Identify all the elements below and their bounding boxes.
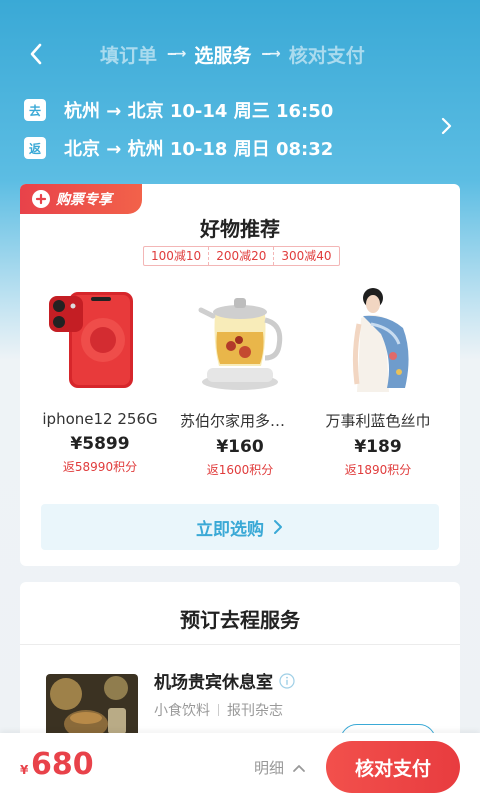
return-text: 北京 → 杭州 10-18 周日 08:32	[64, 139, 334, 160]
chevron-up-icon	[293, 764, 305, 772]
product-price: ¥189	[354, 437, 402, 457]
chevron-right-icon	[274, 520, 282, 534]
currency-symbol: ¥	[20, 763, 29, 777]
goods-card-title: 好物推荐	[200, 217, 280, 241]
progress-steps: 填订单 --→ 选服务 --→ 核对支付	[100, 40, 365, 68]
chevron-right-icon[interactable]	[436, 116, 456, 136]
divider	[218, 704, 219, 716]
detail-label: 明细	[254, 759, 285, 777]
bottom-bar: ¥ 680 明细 核对支付	[0, 733, 480, 800]
promo-badge: 购票专享	[20, 184, 142, 214]
step-arrow-icon: --→	[167, 46, 186, 62]
coupon[interactable]: 100减10	[144, 247, 208, 265]
red-phone-image	[49, 292, 133, 388]
outbound-tag: 去	[24, 99, 46, 121]
health-kettle-image	[198, 298, 283, 390]
step-verify-pay: 核对支付	[288, 44, 365, 67]
promo-badge-label: 购票专享	[56, 192, 112, 208]
trip-return: 返 北京 → 杭州 10-18 周日 08:32	[24, 134, 333, 162]
step-fill-order: 填订单	[100, 44, 158, 67]
product-points: 返58990积分	[62, 460, 138, 474]
product-list: iphone12 256G ¥5899 返58990积分 苏伯尔家用多功能养生壶…	[20, 284, 460, 484]
lounge-tag: 小食饮料	[154, 703, 210, 719]
product-name: 苏伯尔家用多功能养生壶	[180, 412, 300, 430]
buy-now-button[interactable]: 立即选购	[41, 504, 439, 550]
product-price: ¥5899	[70, 434, 130, 454]
price-detail-button[interactable]: 明细	[254, 757, 306, 778]
lounge-title[interactable]: 机场贵宾休息室	[154, 668, 295, 693]
product-points: 返1890积分	[344, 463, 412, 477]
chevron-left-icon	[30, 43, 42, 65]
back-button[interactable]	[22, 40, 50, 68]
product-name: 万事利蓝色丝巾	[325, 412, 431, 430]
product-price: ¥160	[216, 437, 264, 457]
verify-pay-button[interactable]: 核对支付	[326, 741, 460, 793]
coupon-strip[interactable]: 100减10 200减20 300减40	[143, 246, 340, 266]
header: 填订单 --→ 选服务 --→ 核对支付	[0, 0, 480, 108]
ticket-icon	[32, 190, 50, 208]
product-name: iphone12 256G	[42, 410, 158, 428]
lounge-title-text: 机场贵宾休息室	[154, 673, 273, 693]
return-tag: 返	[24, 137, 46, 159]
service-card-title: 预订去程服务	[180, 608, 300, 632]
silk-scarf-model-image	[352, 288, 409, 392]
recommended-goods-card: 购票专享 好物推荐 100减10 200减20 300减40 iphone12 …	[20, 184, 460, 566]
lounge-tags: 小食饮料 报刊杂志	[154, 700, 283, 720]
coupon[interactable]: 300减40	[273, 247, 338, 265]
lounge-tag: 报刊杂志	[227, 703, 283, 719]
info-icon[interactable]	[279, 672, 295, 689]
step-select-service: 选服务	[194, 44, 252, 67]
trip-outbound: 去 杭州 → 北京 10-14 周三 16:50	[24, 96, 333, 124]
outbound-text: 杭州 → 北京 10-14 周三 16:50	[64, 101, 334, 122]
buy-now-label: 立即选购	[196, 519, 264, 540]
coupon[interactable]: 200减20	[208, 247, 273, 265]
product-item[interactable]: 苏伯尔家用多功能养生壶 ¥160 返1600积分	[170, 284, 310, 484]
product-item[interactable]: 万事利蓝色丝巾 ¥189 返1890积分	[308, 284, 448, 484]
total-price: 680	[31, 747, 94, 782]
trip-summary[interactable]: 去 杭州 → 北京 10-14 周三 16:50 返 北京 → 杭州 10-18…	[24, 96, 464, 166]
product-item[interactable]: iphone12 256G ¥5899 返58990积分	[30, 284, 170, 484]
step-arrow-icon: --→	[261, 46, 280, 62]
product-points: 返1600积分	[206, 463, 274, 477]
divider	[20, 644, 460, 645]
